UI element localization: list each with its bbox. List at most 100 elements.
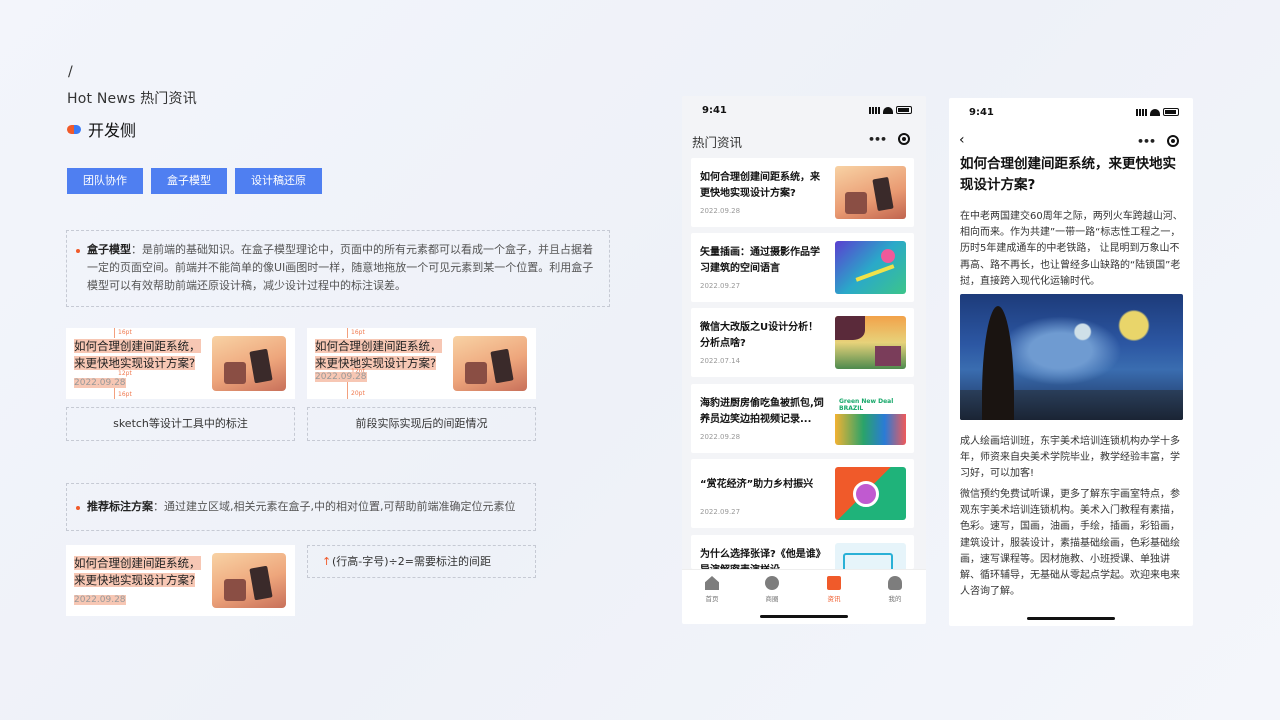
back-icon[interactable]: ‹ xyxy=(959,132,965,148)
thumb-text: Green New Deal BRAZIL xyxy=(839,398,894,412)
annotation-bottom: 20pt xyxy=(351,390,365,397)
card-title: 如何合理创建间距系统，来更快地实现设计方案? xyxy=(74,555,209,589)
card-title: 如何合理创建间距系统，来更快地实现设计方案? xyxy=(315,338,450,372)
box-model-text: ：是前端的基础知识。在盒子模型理论中，页面中的所有元素都可以看成一个盒子，并且占… xyxy=(87,243,594,292)
article-paragraph: 微信预约免费试听课，更多了解东宇画室特点，参观东宇美术培训连锁机构。美术入门教程… xyxy=(960,489,1180,598)
status-bar: 9:41 xyxy=(682,96,926,126)
phone-news-list: 9:41 热门资讯 ••• 如何合理创建间距系统，来更快地实现设计方案? 202… xyxy=(682,96,926,624)
news-title: 如何合理创建间距系统，来更快地实现设计方案? xyxy=(700,172,820,199)
article-title: 如何合理创建间距系统，来更快地实现设计方案? xyxy=(960,156,1176,193)
tab-label: 首页 xyxy=(705,595,719,603)
box-model-description: 盒子模型：是前端的基础知识。在盒子模型理论中，页面中的所有元素都可以看成一个盒子… xyxy=(66,230,610,307)
card-title-text: 如何合理创建间距系统，来更快地实现设计方案? xyxy=(315,339,442,370)
annotation-top: 16pt xyxy=(118,329,132,336)
home-indicator xyxy=(1027,617,1115,620)
bullet-dot xyxy=(76,249,80,253)
dev-side-label: 开发侧 xyxy=(88,121,137,140)
status-bar: 9:41 xyxy=(949,98,1193,128)
annotation-top: 16pt xyxy=(351,329,365,336)
status-icons xyxy=(1136,108,1179,116)
mini-program-capsule: ••• xyxy=(862,128,916,150)
card-title-text: 如何合理创建间距系统，来更快地实现设计方案? xyxy=(74,556,201,587)
news-thumbnail: Green New Deal BRAZIL xyxy=(835,392,906,445)
card-date: 2022.09.28 xyxy=(315,372,367,382)
status-time: 9:41 xyxy=(702,105,727,116)
home-icon xyxy=(705,576,719,590)
spacing-formula: ↑ (行高-字号)÷2=需要标注的间距 xyxy=(307,545,536,578)
card-date: 2022.09.28 xyxy=(74,378,126,388)
news-date: 2022.09.28 xyxy=(700,207,741,215)
tab-label: 商圈 xyxy=(765,595,779,603)
formula-marker-icon: ↑ xyxy=(322,555,332,568)
news-date: 2022.09.28 xyxy=(700,433,741,441)
more-icon[interactable]: ••• xyxy=(1137,135,1156,148)
card-date-text: 2022.09.28 xyxy=(315,372,367,382)
sample-card-recommended: 如何合理创建间距系统，来更快地实现设计方案? 2022.09.28 xyxy=(66,545,295,616)
wifi-icon xyxy=(883,106,893,114)
news-title: 为什么选择张译?《他是谁》导演解密表演样设 xyxy=(700,549,826,569)
user-icon xyxy=(888,576,902,590)
battery-icon xyxy=(896,106,912,114)
card-thumbnail xyxy=(453,336,527,391)
annotation-line xyxy=(347,328,348,338)
caption-sketch: sketch等设计工具中的标注 xyxy=(66,407,295,441)
card-date-text: 2022.09.28 xyxy=(74,378,126,388)
tab-news[interactable]: 资讯 xyxy=(814,576,854,603)
tab-business[interactable]: 商圈 xyxy=(752,576,792,603)
annotation-line xyxy=(347,382,348,399)
news-item[interactable]: 矢量插画：通过摄影作品学习建筑的空间语言 2022.09.27 xyxy=(691,233,914,302)
tab-box-model[interactable]: 盒子模型 xyxy=(151,168,227,194)
home-indicator xyxy=(760,615,848,618)
compass-icon xyxy=(765,576,779,590)
card-title: 如何合理创建间距系统，来更快地实现设计方案? xyxy=(74,338,209,372)
signal-icon xyxy=(869,106,880,114)
card-date: 2022.09.28 xyxy=(74,595,126,605)
close-icon[interactable] xyxy=(898,133,911,145)
news-date: 2022.09.27 xyxy=(700,282,741,290)
tab-mine[interactable]: 我的 xyxy=(875,576,915,603)
annotation-line xyxy=(114,328,115,338)
news-date: 2022.07.14 xyxy=(700,357,741,365)
news-item[interactable]: 如何合理创建间距系统，来更快地实现设计方案? 2022.09.28 xyxy=(691,158,914,227)
news-item[interactable]: 微信大改版之U设计分析！分析点啥? 2022.07.14 xyxy=(691,308,914,377)
sample-card-actual: 16pt 如何合理创建间距系统，来更快地实现设计方案? 12pt 2022.09… xyxy=(307,328,536,399)
formula-text: (行高-字号)÷2=需要标注的间距 xyxy=(332,555,491,568)
news-item[interactable]: 为什么选择张译?《他是谁》导演解密表演样设 xyxy=(691,535,914,569)
annotation-line xyxy=(114,388,115,399)
annotation-middle: 12pt xyxy=(118,370,132,377)
card-title-text: 如何合理创建间距系统，来更快地实现设计方案? xyxy=(74,339,201,370)
decor-slash: / xyxy=(68,64,73,80)
article-paragraph: 成人绘画培训班，东宇美术培训连锁机构办学十多年，师资来自央美术学院毕业，教学经验… xyxy=(960,436,1180,480)
news-thumbnail xyxy=(835,467,906,520)
news-title: 微信大改版之U设计分析！分析点啥? xyxy=(700,322,819,349)
news-thumbnail xyxy=(835,316,906,369)
caption-actual: 前段实际实现后的间距情况 xyxy=(307,407,536,441)
wifi-icon xyxy=(1150,108,1160,116)
news-item[interactable]: “赏花经济”助力乡村振兴 2022.09.27 xyxy=(691,459,914,528)
annotation-bottom: 16pt xyxy=(118,391,132,398)
tab-label: 我的 xyxy=(888,595,902,603)
status-time: 9:41 xyxy=(969,107,994,118)
pill-icon xyxy=(67,124,81,134)
recommend-term: 推荐标注方案 xyxy=(87,500,153,513)
tab-team-collab[interactable]: 团队协作 xyxy=(67,168,143,194)
tab-design-restore[interactable]: 设计稿还原 xyxy=(235,168,322,194)
more-icon[interactable]: ••• xyxy=(868,133,887,146)
news-title: “赏花经济”助力乡村振兴 xyxy=(700,479,814,490)
bullet-dot xyxy=(76,506,80,510)
close-icon[interactable] xyxy=(1167,135,1180,147)
news-thumbnail xyxy=(835,543,906,569)
dev-side-heading: 开发侧 xyxy=(67,117,136,141)
nav-title: 热门资讯 xyxy=(692,135,743,150)
mini-program-capsule: ••• xyxy=(1131,130,1185,152)
tab-label: 资讯 xyxy=(827,595,841,603)
news-date: 2022.09.27 xyxy=(700,508,741,516)
box-model-term: 盒子模型 xyxy=(87,243,131,256)
card-date-text: 2022.09.28 xyxy=(74,595,126,605)
document-icon xyxy=(827,576,841,590)
tab-home[interactable]: 首页 xyxy=(692,576,732,603)
status-icons xyxy=(869,106,912,114)
news-item[interactable]: 海豹进厨房偷吃鱼被抓包,饲养员边笑边拍视频记录... 2022.09.28 Gr… xyxy=(691,384,914,453)
news-title: 矢量插画：通过摄影作品学习建筑的空间语言 xyxy=(700,247,820,274)
news-thumbnail xyxy=(835,241,906,294)
